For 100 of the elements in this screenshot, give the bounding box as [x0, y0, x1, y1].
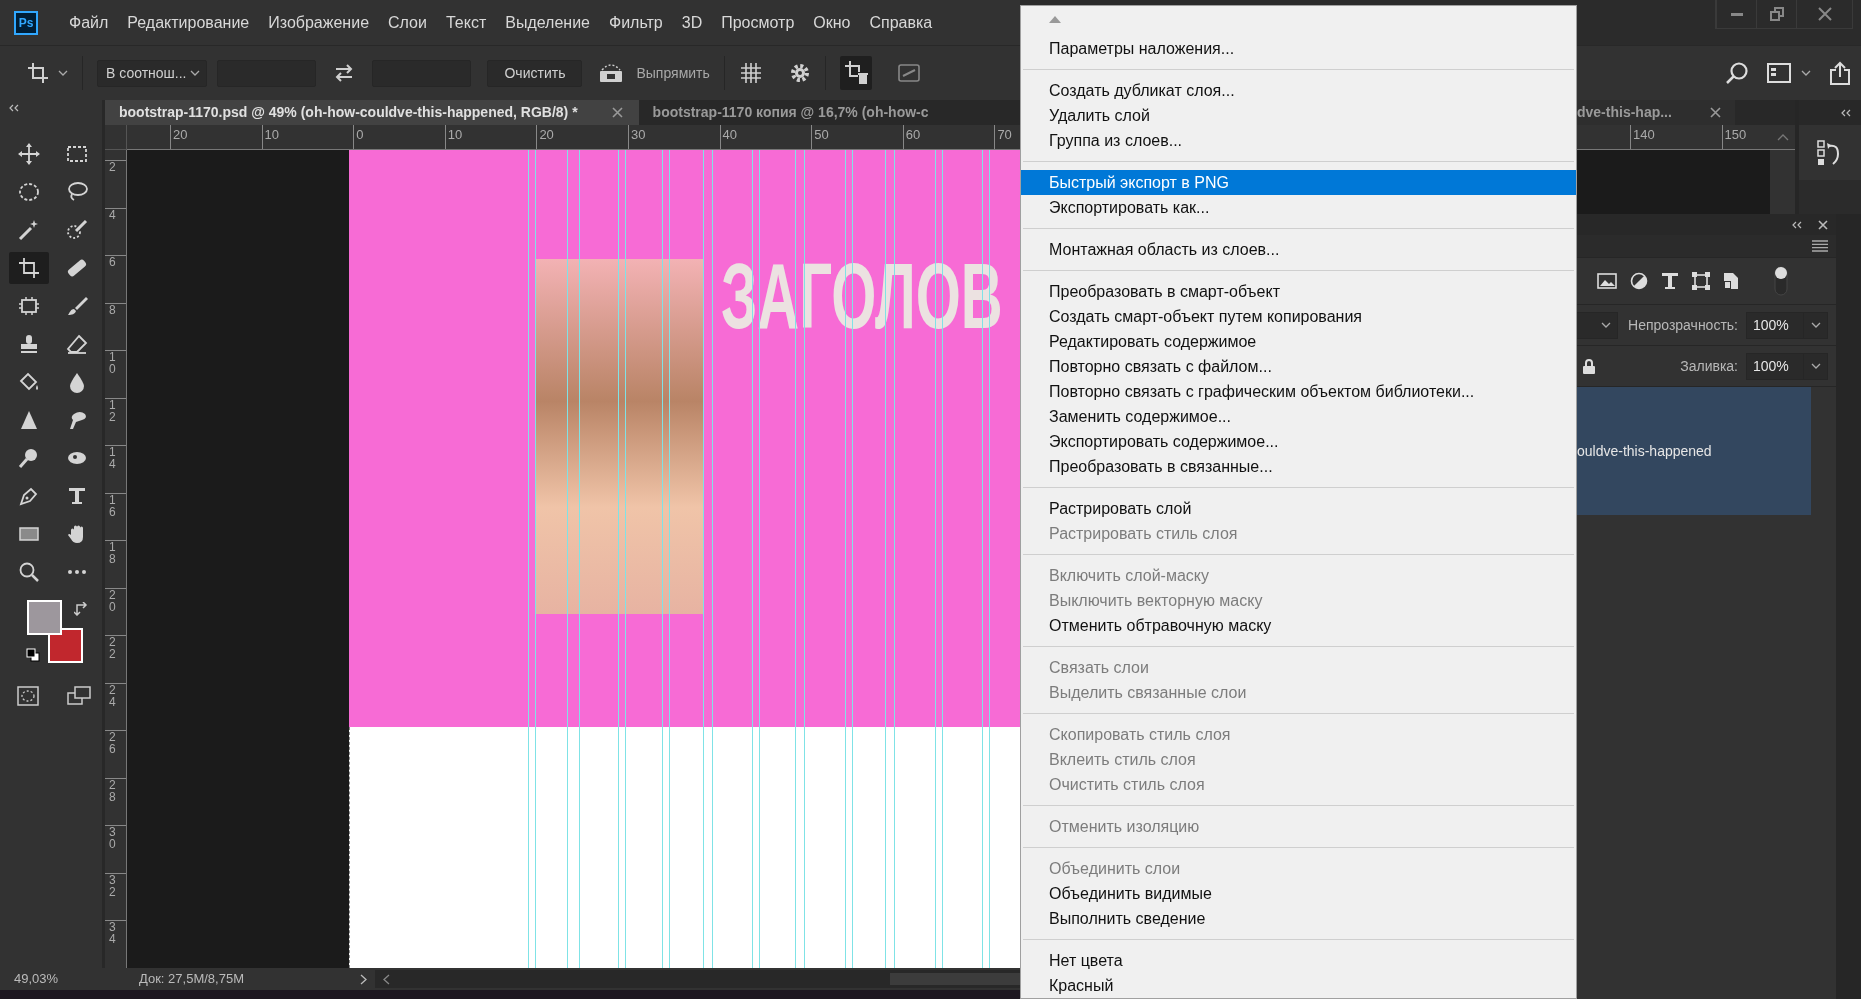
close-icon[interactable]	[1710, 107, 1721, 118]
menu-item[interactable]: Повторно связать с графическим объектом библиотеки...	[1021, 379, 1576, 404]
opacity-field[interactable]: 100%	[1746, 311, 1828, 339]
collapse-icon[interactable]	[1791, 220, 1802, 229]
menu-item[interactable]: Группа из слоев...	[1021, 128, 1576, 153]
share-icon[interactable]	[1829, 61, 1851, 85]
ruler-label: 20	[170, 125, 188, 149]
grid-icon[interactable]	[738, 61, 763, 85]
magic-wand-icon	[18, 219, 40, 241]
menu-item[interactable]: Просмотр	[721, 10, 795, 35]
close-icon	[1817, 7, 1832, 21]
search-icon[interactable]	[1725, 61, 1749, 85]
settings-icon[interactable]	[788, 62, 811, 84]
menu-item[interactable]: Редактирование	[127, 10, 250, 35]
menu-item[interactable]: Экспортировать содержимое...	[1021, 429, 1576, 454]
document-tab[interactable]: dve-this-hap...	[1577, 100, 1735, 125]
screen-mode-icon[interactable]	[67, 686, 91, 706]
zoom-level[interactable]: 49,03%	[0, 969, 105, 989]
crop-icon[interactable]	[26, 61, 50, 85]
level-icon[interactable]	[598, 62, 625, 84]
menu-item[interactable]: Объединить видимые	[1021, 881, 1576, 906]
tilted-frame-icon[interactable]	[895, 62, 922, 84]
menu-item[interactable]: Создать дубликат слоя...	[1021, 78, 1576, 103]
type-filter-icon[interactable]	[1661, 272, 1679, 290]
image-filter-icon[interactable]	[1597, 273, 1617, 289]
ruler-label: 140	[1630, 125, 1655, 149]
menu-item[interactable]: Быстрый экспорт в PNG	[1021, 170, 1576, 195]
menu-item[interactable]: 3D	[681, 10, 703, 35]
clear-button[interactable]: Очистить	[487, 59, 583, 87]
panel-menu-icon[interactable]	[1812, 240, 1828, 252]
menu-item[interactable]: Отменить обтравочную маску	[1021, 613, 1576, 638]
collapse-icon[interactable]	[1840, 108, 1851, 117]
filter-toggle[interactable]	[1774, 266, 1788, 296]
menu-item[interactable]: Справка	[869, 10, 933, 35]
menu-item[interactable]: Удалить слой	[1021, 103, 1576, 128]
workspace-caret-icon	[1801, 70, 1811, 76]
workspace-icon[interactable]	[1767, 63, 1791, 83]
move-icon	[18, 143, 40, 165]
ratio-dropdown[interactable]: В соотнош...	[97, 59, 208, 87]
menu-item[interactable]: Повторно связать с файлом...	[1021, 354, 1576, 379]
tool-button[interactable]	[9, 252, 49, 284]
chevron-right-icon[interactable]	[360, 973, 367, 985]
menu-item[interactable]: Растрировать слой	[1021, 496, 1576, 521]
menu-item[interactable]: Слои	[388, 10, 427, 35]
menu-item[interactable]: Преобразовать в смарт-объект	[1021, 279, 1576, 304]
close-icon[interactable]	[611, 107, 623, 118]
menu-item[interactable]: Окно	[813, 10, 851, 35]
menu-item[interactable]: Заменить содержимое...	[1021, 404, 1576, 429]
background-color-swatch[interactable]	[48, 628, 83, 663]
scroll-up-icon[interactable]	[1777, 134, 1789, 141]
caret-icon	[1601, 322, 1611, 328]
menu-item[interactable]: Параметры наложения...	[1021, 36, 1576, 61]
ruler-label: 16	[105, 492, 126, 518]
zoom-icon	[18, 561, 40, 583]
layer-row[interactable]: ouldve-this-happened	[1577, 387, 1811, 515]
swap-icon[interactable]	[334, 64, 355, 82]
ruler-label: 26	[105, 730, 126, 755]
menu-item[interactable]: Экспортировать как...	[1021, 195, 1576, 220]
crop-delete-icon[interactable]	[843, 60, 868, 86]
smart-object-filter-icon[interactable]	[1723, 272, 1739, 290]
menu-item[interactable]: Монтажная область из слоев...	[1021, 237, 1576, 262]
menu-item[interactable]: Создать смарт-объект путем копирования	[1021, 304, 1576, 329]
ruler-label: 40	[719, 125, 738, 149]
ruler-label: 50	[811, 125, 829, 149]
menu-item[interactable]: Редактировать содержимое	[1021, 329, 1576, 354]
ruler-label: 10	[444, 125, 463, 149]
quick-mask-icon[interactable]	[17, 686, 39, 706]
shape-filter-icon[interactable]	[1692, 272, 1710, 290]
paint-bucket-icon	[18, 371, 40, 393]
ruler-label: 20	[105, 587, 126, 613]
ruler-label: 12	[105, 397, 126, 423]
foreground-color-swatch[interactable]	[27, 600, 62, 635]
crop-icon	[18, 257, 40, 279]
swap-colors-icon[interactable]	[74, 602, 88, 616]
adjustment-filter-icon[interactable]	[1630, 272, 1648, 290]
horizontal-scrollbar[interactable]	[375, 970, 1020, 988]
menu-item[interactable]: Текст	[445, 10, 487, 35]
ruler-label: 14	[105, 445, 126, 470]
chevron-left-icon[interactable]	[383, 973, 390, 985]
menu-item[interactable]: Выделение	[505, 10, 590, 35]
menu-item[interactable]: Файл	[69, 10, 109, 35]
close-icon[interactable]	[1818, 219, 1828, 230]
ruler-label: 18	[105, 540, 126, 565]
menu-item[interactable]: Фильтр	[609, 10, 663, 35]
ruler-label: 10	[261, 125, 280, 149]
straighten-label: Выпрямить	[636, 63, 710, 83]
menu-item[interactable]: Преобразовать в связанные...	[1021, 454, 1576, 479]
menu-item[interactable]: Нет цвета	[1021, 948, 1576, 973]
minimize-icon	[1730, 12, 1743, 16]
lock-icon[interactable]	[1583, 358, 1595, 374]
pen-icon	[18, 485, 40, 507]
menu-item[interactable]: Изображение	[268, 10, 370, 35]
ruler-label: 60	[902, 125, 921, 149]
collapse-icon[interactable]	[8, 104, 19, 112]
menu-item[interactable]: Красный	[1021, 973, 1576, 998]
menu-item[interactable]: Выполнить сведение	[1021, 906, 1576, 931]
document-tab[interactable]: bootstrap-1170.psd @ 49% (oh-how-couldve-this-happened, RGB/8) *	[105, 100, 639, 125]
fill-field[interactable]: 100%	[1746, 352, 1828, 380]
default-colors-icon[interactable]	[26, 648, 40, 662]
document-tab[interactable]: bootstrap-1170 копия @ 16,7% (oh-how-c	[638, 100, 941, 125]
